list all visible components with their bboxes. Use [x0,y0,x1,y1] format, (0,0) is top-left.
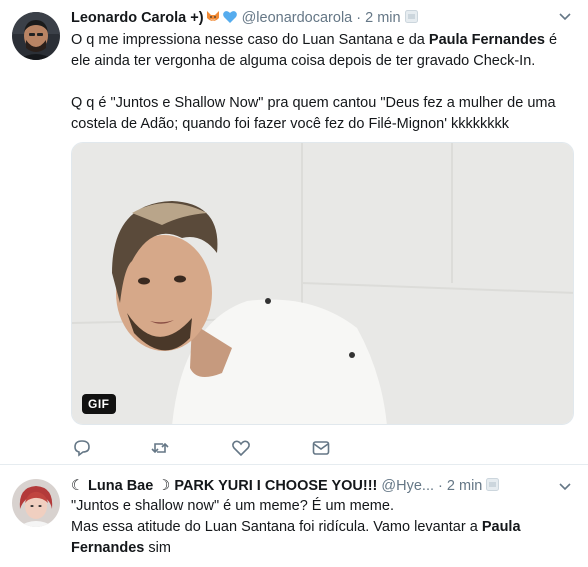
tweet-header: ☾ Luna Bae ☽ PARK YURI I CHOOSE YOU!!! @… [71,476,500,496]
tweet-text-line: "Juntos e shallow now" é um meme? É um m… [71,498,394,514]
display-name[interactable]: ☾ Luna Bae ☽ PARK YURI I CHOOSE YOU!!! [71,478,377,494]
tweet-header: Leonardo Carola +) @leonardocarola · 2 m… [71,8,418,28]
avatar[interactable] [12,12,60,60]
gif-frame [72,143,573,424]
avatar-photo [12,12,60,60]
tweet-text: "Juntos e shallow now" é um meme? É um m… [71,496,571,559]
separator: · [438,478,443,494]
app-badge-icon [486,478,500,491]
gif-media[interactable]: GIF [71,142,574,425]
tweet-text-part: Mas essa atitude do Luan Santana foi rid… [71,519,482,535]
avatar-photo [12,479,60,527]
direct-message-icon[interactable] [310,437,332,459]
avatar[interactable] [12,479,60,527]
tweet-text-paragraph-2: Q q é "Juntos e Shallow Now" pra quem ca… [71,95,560,132]
timestamp[interactable]: 2 min [447,478,482,494]
tweet-actions [71,437,371,459]
tweet-text-bold: Paula Fernandes [428,32,545,48]
tweet-text-part: sim [144,540,171,556]
chevron-down-icon[interactable] [556,478,574,496]
tweet-leonardo-carola[interactable]: Leonardo Carola +) @leonardocarola · 2 m… [0,0,588,465]
chevron-down-icon[interactable] [556,8,574,26]
tweet-text-part: O q me impressiona nesse caso do Luan Sa… [71,32,429,48]
tweet-luna-bae[interactable]: ☾ Luna Bae ☽ PARK YURI I CHOOSE YOU!!! @… [0,465,588,567]
app-badge-icon [404,10,418,23]
tweet-text: O q me impressiona nesse caso do Luan Sa… [71,30,571,135]
like-icon[interactable] [230,437,252,459]
gif-badge: GIF [82,394,116,414]
handle[interactable]: @Hye... [381,478,434,494]
reply-icon[interactable] [71,437,93,459]
retweet-icon[interactable] [149,437,171,459]
handle[interactable]: @leonardocarola [242,10,353,26]
display-name[interactable]: Leonardo Carola +) [71,10,204,26]
separator: · [356,10,362,26]
blue-heart-emoji-icon [222,11,237,23]
fox-emoji-icon [206,11,219,21]
timestamp[interactable]: 2 min [365,10,400,26]
